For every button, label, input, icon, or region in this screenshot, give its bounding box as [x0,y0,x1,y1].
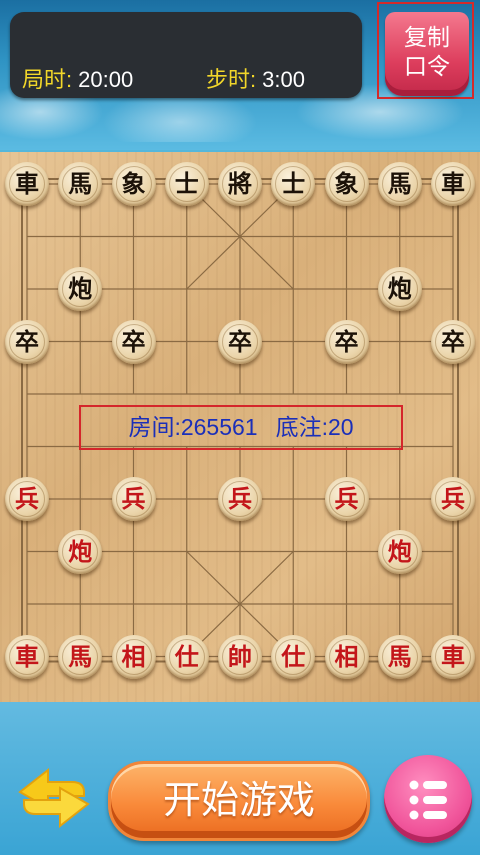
copy-code-line1: 复制 [404,25,450,51]
copy-code-button[interactable]: 复制 口令 [377,2,474,99]
copy-code-button-face[interactable]: 复制 口令 [385,12,469,96]
piece-black[interactable]: 馬 [58,162,103,206]
menu-list-icon[interactable] [384,755,472,843]
piece-label: 士 [281,169,306,198]
piece-red[interactable]: 炮 [377,529,422,574]
piece-black[interactable]: 卒 [5,319,49,364]
piece-label: 象 [334,169,359,198]
step-time: 步时: 3:00 [206,62,305,94]
piece-label: 卒 [121,326,146,356]
swap-arrows-icon[interactable] [12,762,96,832]
room-number: 房间:265561 [128,414,258,440]
piece-label: 士 [174,169,199,198]
game-time-label: 局时: [22,67,73,92]
piece-black[interactable]: 車 [431,162,475,206]
piece-label: 車 [441,169,465,198]
piece-red[interactable]: 相 [324,634,369,679]
piece-red[interactable]: 相 [111,634,156,679]
piece-label: 相 [121,641,146,671]
piece-black[interactable]: 馬 [377,162,422,206]
piece-black[interactable]: 車 [5,162,49,206]
piece-label: 炮 [68,536,93,566]
piece-label: 馬 [68,169,93,198]
piece-label: 卒 [441,326,465,356]
piece-black[interactable]: 炮 [377,267,422,311]
piece-red[interactable]: 帥 [218,634,262,679]
piece-black[interactable]: 炮 [58,267,103,311]
start-game-button[interactable]: 开始游戏 [108,761,370,841]
piece-label: 兵 [334,484,359,513]
step-time-label: 步时: [206,67,257,92]
game-time-value: 20:00 [78,67,134,92]
piece-label: 兵 [228,484,252,513]
piece-black[interactable]: 卒 [431,319,475,364]
piece-label: 兵 [121,484,146,513]
piece-red[interactable]: 仕 [164,634,209,679]
piece-red[interactable]: 馬 [58,634,103,679]
piece-label: 馬 [387,169,412,198]
piece-label: 卒 [228,326,252,356]
piece-black[interactable]: 卒 [111,319,156,364]
piece-black[interactable]: 卒 [218,319,262,364]
piece-label: 兵 [15,484,39,513]
bottom-bar: 开始游戏 [0,702,480,855]
piece-red[interactable]: 兵 [111,477,156,521]
room-stake: 底注:20 [275,414,354,440]
piece-label: 象 [121,169,146,198]
piece-label: 兵 [441,484,465,513]
piece-black[interactable]: 卒 [324,319,369,364]
timer-panel: 局时: 20:00 步时: 3:00 [10,12,362,98]
piece-label: 車 [441,641,465,671]
piece-label: 車 [15,641,39,671]
step-time-value: 3:00 [262,67,305,92]
piece-label: 將 [228,169,252,198]
piece-red[interactable]: 炮 [58,529,103,574]
piece-label: 帥 [228,641,252,671]
piece-black[interactable]: 象 [111,162,156,206]
piece-black[interactable]: 士 [164,162,209,206]
game-time: 局时: 20:00 [22,62,133,94]
piece-red[interactable]: 兵 [5,477,49,521]
piece-label: 車 [15,169,39,198]
piece-label: 相 [334,641,359,671]
piece-red[interactable]: 馬 [377,634,422,679]
piece-black[interactable]: 將 [218,162,262,206]
piece-red[interactable]: 車 [5,634,49,679]
piece-label: 卒 [334,326,359,356]
piece-label: 卒 [15,326,39,356]
piece-label: 炮 [387,536,412,566]
piece-label: 仕 [174,641,199,671]
chess-board[interactable]: 房间:265561 底注:20 車馬象士將士象馬車炮炮卒卒卒卒卒兵兵兵兵兵炮炮車馬… [0,152,480,702]
piece-red[interactable]: 仕 [271,634,316,679]
piece-red[interactable]: 兵 [218,477,262,521]
piece-label: 馬 [68,641,93,671]
piece-red[interactable]: 兵 [324,477,369,521]
piece-black[interactable]: 士 [271,162,316,206]
room-info-box: 房间:265561 底注:20 [79,405,403,450]
piece-label: 炮 [387,274,412,303]
piece-red[interactable]: 兵 [431,477,475,521]
piece-red[interactable]: 車 [431,634,475,679]
piece-label: 仕 [281,641,306,671]
piece-label: 炮 [68,274,93,303]
copy-code-line2: 口令 [404,54,450,80]
piece-label: 馬 [387,641,412,671]
piece-black[interactable]: 象 [324,162,369,206]
